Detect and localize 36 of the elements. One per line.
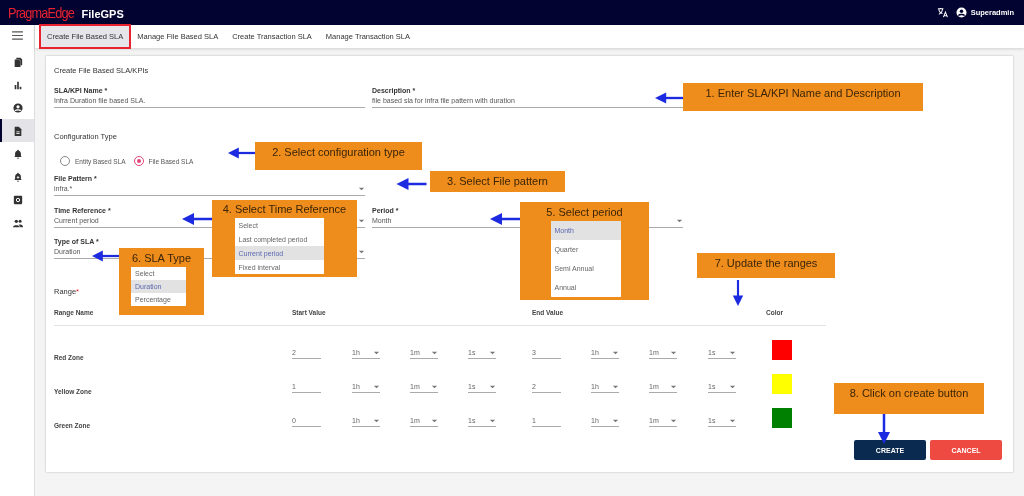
- callout-text: 4. Select Time Reference: [222, 203, 347, 215]
- color-swatch[interactable]: [772, 408, 792, 428]
- settings-icon: [13, 194, 23, 205]
- bell-icon: [13, 148, 23, 159]
- user-icon: [13, 102, 23, 113]
- caret-icon: [358, 217, 365, 224]
- arrow: [731, 280, 745, 306]
- arrow: [877, 414, 891, 444]
- arrow: [92, 249, 119, 263]
- caret-icon: [358, 248, 365, 255]
- arrow: [490, 212, 520, 226]
- document-icon: [13, 125, 23, 136]
- sidebar-item[interactable]: [0, 119, 34, 142]
- callout-text: 5. Select period: [546, 206, 623, 218]
- caret-icon: [676, 217, 683, 224]
- callout-text: 2. Select configuration type: [272, 146, 405, 158]
- callout-text: 6. SLA Type: [131, 252, 192, 264]
- menu-icon[interactable]: [11, 31, 23, 40]
- logo-brand: PragmaEdge: [8, 4, 74, 21]
- bell-icon: [13, 171, 23, 182]
- callout-text: 3. Select File pattern: [447, 175, 548, 187]
- arrow: [655, 91, 683, 105]
- callout-text: 7. Update the ranges: [714, 257, 818, 269]
- arrow: [228, 146, 255, 160]
- callout-text: 1. Enter SLA/KPI Name and Description: [705, 87, 901, 99]
- bar-chart-icon: [13, 79, 23, 90]
- caret-icon: [358, 185, 365, 192]
- color-swatch[interactable]: [772, 340, 792, 360]
- translate-icon[interactable]: [936, 7, 948, 18]
- files-icon: [13, 56, 23, 67]
- callout-text: 8. Click on create button: [849, 387, 969, 399]
- color-swatch[interactable]: [772, 374, 792, 394]
- user-icon[interactable]: [955, 7, 967, 18]
- people-icon: [13, 217, 23, 228]
- logo-product: FileGPS: [81, 8, 124, 20]
- arrow: [182, 212, 212, 226]
